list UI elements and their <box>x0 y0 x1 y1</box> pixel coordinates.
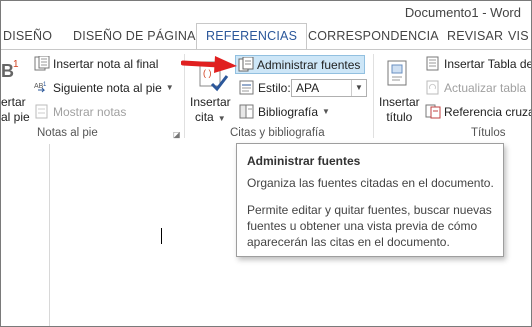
red-arrow-icon <box>181 56 237 73</box>
update-table-button[interactable]: Actualizar tabla <box>425 80 526 95</box>
tooltip-title: Administrar fuentes <box>247 154 361 168</box>
insert-endnote-label: Insertar nota al final <box>53 56 159 71</box>
cross-reference-label: Referencia cruzad <box>444 104 532 119</box>
insert-citation-label-2: cita ▼ <box>195 110 226 124</box>
show-notes-label: Mostrar notas <box>53 104 127 119</box>
insert-citation-label-1: Insertar <box>190 95 231 109</box>
next-footnote-icon: AB 1 <box>34 80 50 95</box>
window-title: Documento1 - Word <box>404 5 521 20</box>
bibliography-label: Bibliografía <box>258 104 319 119</box>
page-margin-line <box>49 144 50 326</box>
show-notes-icon <box>34 104 50 119</box>
insert-caption-label-2: título <box>386 110 413 124</box>
captions-group-label: Títulos <box>471 127 506 139</box>
manage-sources-label: Administrar fuentes <box>257 57 361 72</box>
style-value: APA <box>296 81 320 95</box>
insert-footnote-label-2: al pie <box>1 110 30 124</box>
update-table-icon <box>425 80 441 95</box>
chevron-down-icon: ▼ <box>217 114 226 123</box>
insert-citation-button[interactable]: Insertar cita ▼ <box>190 95 231 126</box>
tooltip-detail-line-1: Permite editar y quitar fuentes, buscar … <box>247 203 492 217</box>
title-bar: Documento1 - Word <box>1 1 531 23</box>
footnotes-group-label: Notas al pie <box>37 127 98 139</box>
tab-revisar[interactable]: REVISAR <box>447 29 503 43</box>
tab-referencias[interactable]: REFERENCIAS <box>196 23 308 49</box>
chevron-down-icon[interactable]: ▼ <box>351 80 366 96</box>
chevron-down-icon[interactable]: ▼ <box>166 83 174 92</box>
tab-diseno[interactable]: DISEÑO <box>3 29 52 43</box>
bibliography-icon <box>239 104 255 119</box>
manage-sources-tooltip: Administrar fuentes Organiza las fuentes… <box>236 143 504 257</box>
svg-text:1: 1 <box>13 59 19 70</box>
tab-diseno-de-pagina[interactable]: DISEÑO DE PÁGINA <box>73 29 196 43</box>
bibliography-button[interactable]: Bibliografía ▼ <box>239 104 330 119</box>
table-of-figures-icon <box>425 56 441 71</box>
insert-footnote-icon[interactable]: B 1 <box>1 57 23 83</box>
insert-caption-label-1: Insertar <box>379 95 420 109</box>
insert-endnote-button[interactable]: Insertar nota al final <box>34 55 159 71</box>
style-dropdown[interactable]: APA ▼ <box>291 79 367 97</box>
endnote-icon <box>34 55 50 71</box>
next-footnote-label: Siguiente nota al pie <box>53 80 162 95</box>
tab-vista[interactable]: VIS <box>508 29 529 43</box>
ribbon-tabs: DISEÑO DISEÑO DE PÁGINA REFERENCIAS CORR… <box>1 23 531 49</box>
insert-table-of-figures-label: Insertar Tabla de <box>444 56 532 71</box>
citations-group-label: Citas y bibliografía <box>230 127 325 139</box>
manage-sources-icon <box>238 56 254 72</box>
style-icon <box>239 80 255 95</box>
cross-reference-button[interactable]: Referencia cruzad <box>425 104 532 119</box>
ribbon: B 1 ertar al pie Insertar nota al final … <box>1 49 531 145</box>
tooltip-summary: Organiza las fuentes citadas en el docum… <box>247 176 494 190</box>
footnotes-dialog-launcher-icon[interactable]: ◪ <box>173 130 181 139</box>
insert-caption-icon[interactable] <box>385 60 411 90</box>
cross-reference-icon <box>425 104 441 119</box>
insert-footnote-label-1: ertar <box>1 95 26 109</box>
group-divider <box>373 54 374 138</box>
show-notes-button[interactable]: Mostrar notas <box>34 104 126 119</box>
insert-footnote-button[interactable]: ertar al pie <box>1 95 30 125</box>
tab-correspondencia[interactable]: CORRESPONDENCIA <box>308 29 439 43</box>
word-window: Documento1 - Word DISEÑO DISEÑO DE PÁGIN… <box>0 0 532 327</box>
next-footnote-button[interactable]: AB 1 Siguiente nota al pie ▼ <box>34 80 174 95</box>
tooltip-detail-line-3: aparecerán las citas en el documento. <box>247 235 450 249</box>
text-cursor <box>161 228 162 244</box>
style-label: Estilo: <box>258 80 291 95</box>
insert-table-of-figures-button[interactable]: Insertar Tabla de <box>425 56 532 71</box>
insert-caption-button[interactable]: Insertar título <box>379 95 420 125</box>
chevron-down-icon: ▼ <box>322 107 330 116</box>
manage-sources-button[interactable]: Administrar fuentes <box>235 55 366 74</box>
tooltip-detail-line-2: fuentes u obtener una vista previa de có… <box>247 219 478 233</box>
style-label-row: Estilo: <box>239 80 291 95</box>
svg-text:1: 1 <box>43 82 47 88</box>
update-table-label: Actualizar tabla <box>444 80 527 95</box>
